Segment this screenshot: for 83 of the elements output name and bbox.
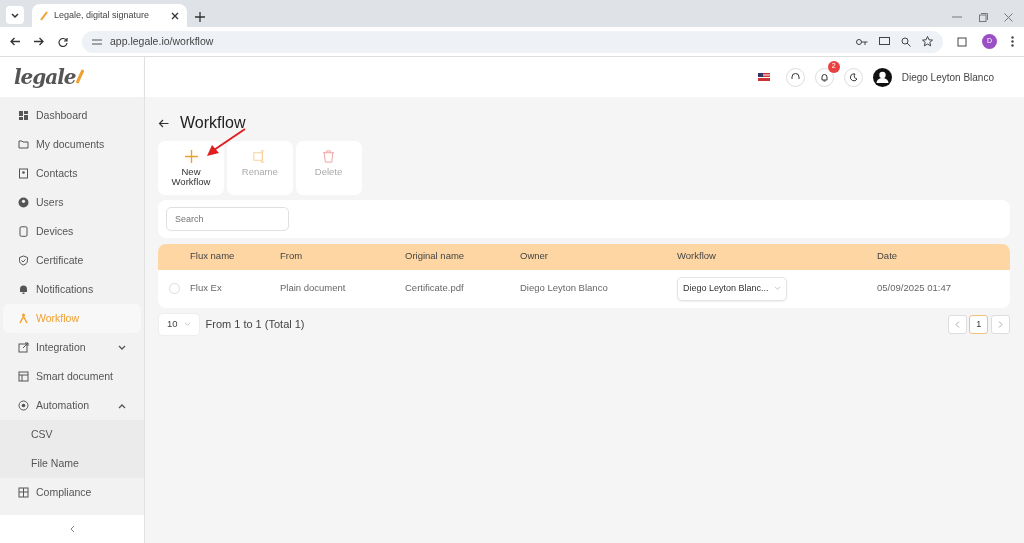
toolbar-button[interactable]: New Workflow [158,140,224,195]
star-icon[interactable] [922,36,933,47]
folder-icon [18,139,29,150]
column-header: Flux name [190,250,235,262]
chevron-icon[interactable] [118,344,126,351]
collapse-button[interactable] [69,525,75,533]
workflow-icon [18,313,29,324]
sidebar-subitem[interactable]: File Name [0,449,144,478]
moon-icon [848,72,858,82]
table-cell: Plain document [280,282,346,294]
new-tab-icon[interactable] [195,11,205,22]
flag-icon[interactable] [758,73,771,81]
menu-icon[interactable] [1011,36,1014,47]
table-icon [18,371,29,382]
sidebar-item[interactable]: Integration [3,333,141,362]
restore-icon[interactable] [978,12,988,22]
sidebar-item[interactable]: Users [3,188,141,217]
support-button[interactable] [785,67,805,87]
tab-title: Legale, digital signature [54,8,151,22]
reload-icon[interactable] [58,36,68,47]
chevron-left-icon [954,321,960,328]
page-summary: From 1 to 1 (Total 1) [205,317,305,333]
sidebar-item[interactable]: Devices [3,217,141,246]
bell-icon [819,72,829,82]
sidebar-item[interactable]: Contacts [3,159,141,188]
table-cell: Diego Leyton Blanco [520,282,608,294]
bell-icon [18,284,29,295]
install-icon[interactable] [879,36,890,47]
page-size-select[interactable]: 10 [158,313,200,336]
sidebar-item[interactable]: Smart document [3,362,141,391]
table-cell: 05/09/2025 01:47 [877,282,951,294]
trash-icon [321,148,336,164]
user-icon [18,197,29,208]
page-title: Workflow [180,113,246,133]
chevron-icon[interactable] [118,402,126,409]
site-settings-icon [92,37,102,46]
column-header: Date [877,250,898,262]
gear-icon [18,400,29,411]
browser-tab[interactable]: Legale, digital signature [32,4,187,27]
column-header: Original name [405,250,465,262]
arrow-drawing [206,128,246,158]
contacts-icon [18,168,29,179]
sidebar-subitem[interactable]: CSV [0,420,144,449]
search-field[interactable]: Search [166,207,289,231]
sidebar-item[interactable]: My documents [3,130,141,159]
zoom-icon[interactable] [901,36,911,47]
avatar-icon[interactable] [872,67,892,87]
dashboard-icon [18,110,29,121]
workflow-select[interactable]: Diego Leyton Blanc... [677,276,787,301]
page-button[interactable]: 1 [969,315,989,334]
headset-icon [790,72,800,82]
user-name[interactable]: Diego Leyton Blanco [901,69,994,85]
forward-icon[interactable] [34,37,44,46]
shield-icon [18,255,29,266]
logo-mark-icon [75,69,84,85]
table-cell: Flux Ex [190,282,222,294]
sidebar-item[interactable]: Dashboard [3,101,141,130]
table-icon [18,487,29,498]
column-header: Owner [520,250,548,262]
tab-list-button[interactable] [6,6,24,25]
phone-icon [18,226,29,237]
chevron-icon [184,322,191,327]
table-cell: Certificate.pdf [405,282,464,294]
column-header: From [280,250,303,262]
back-button[interactable] [158,118,169,128]
notification-button[interactable] [814,67,834,87]
plus-icon [183,148,199,164]
chevron-right-icon [998,321,1003,328]
pen-icon [40,10,48,21]
sidebar-item[interactable]: Compliance [3,478,141,507]
theme-button[interactable] [843,67,863,87]
key-icon[interactable] [856,37,868,46]
external-link-icon [18,342,29,353]
back-icon[interactable] [10,37,20,46]
column-header: Workflow [677,250,716,262]
extensions-icon[interactable] [957,36,968,47]
sidebar-item[interactable]: Certificate [3,246,141,275]
address-bar[interactable]: app.legale.io/workflow [82,30,943,53]
close-icon[interactable] [171,11,179,20]
chevron-icon [774,286,781,291]
logo: legale [14,64,76,91]
sidebar-item[interactable]: Notifications [3,275,141,304]
sidebar-item[interactable]: Automation [3,391,141,420]
